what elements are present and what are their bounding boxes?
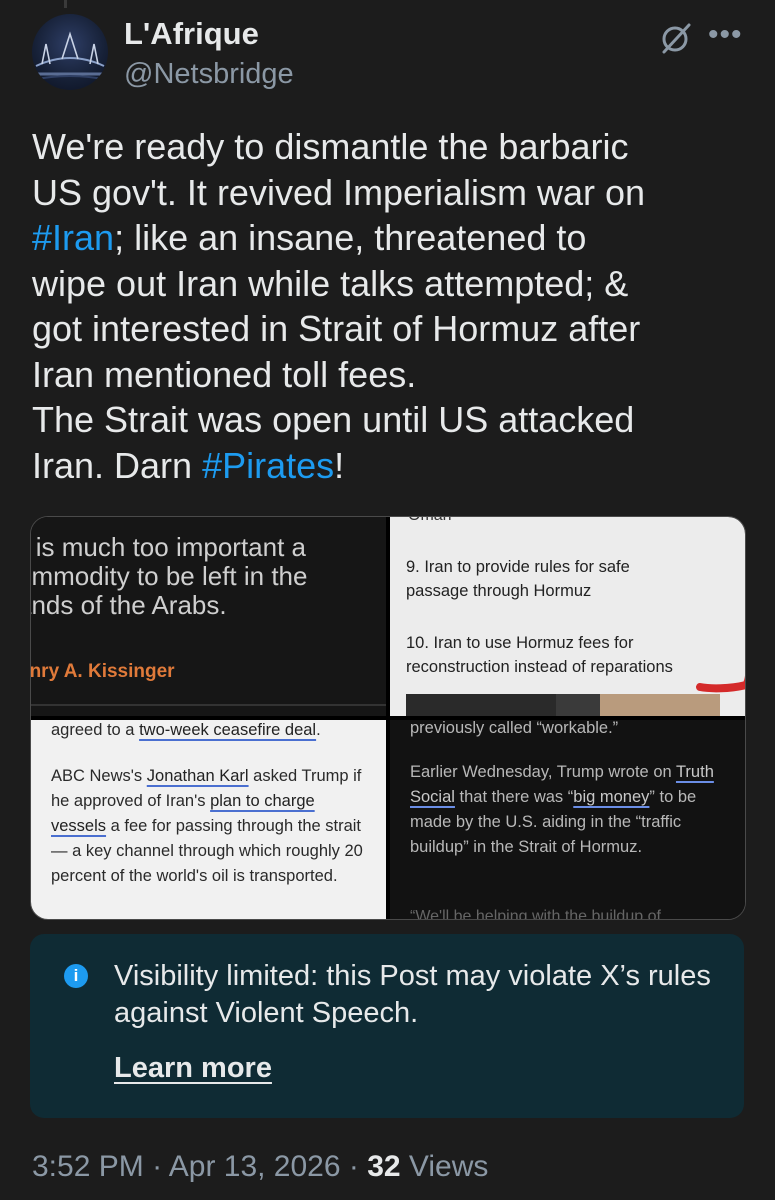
cut-text: “We'll be helping with the buildup of [410, 908, 661, 919]
photo-tan [600, 694, 720, 716]
media-image-kissinger-quote[interactable]: il is much too important a ommodity to b… [31, 517, 386, 716]
hashtag-iran-link[interactable]: #Iran [32, 217, 114, 258]
learn-more-link[interactable]: Learn more [114, 1052, 272, 1085]
text: that there was “ [454, 788, 574, 806]
quote-author: enry A. Kissinger [31, 661, 175, 682]
hashtag-pirates-link[interactable]: #Pirates [202, 445, 334, 486]
notice-text: Visibility limited: this Post may violat… [114, 960, 711, 1029]
article-paragraph: Earlier Wednesday, Trump wrote on Truth … [410, 760, 735, 860]
visibility-notice: i Visibility limited: this Post may viol… [30, 934, 744, 1118]
ceasefire-link: two-week ceasefire deal [139, 721, 317, 739]
karl-link: Jonathan Karl [146, 767, 249, 785]
separator: · [143, 1150, 169, 1183]
quote-text: il is much too important a ommodity to b… [31, 532, 308, 620]
media-image-iran-points[interactable]: Oman 9. Iran to provide rules for safe p… [390, 517, 745, 716]
big-money-link: big money [573, 788, 650, 806]
views-label: Views [400, 1150, 489, 1183]
bridge-avatar-image [32, 31, 108, 81]
post-date[interactable]: Apr 13, 2026 [169, 1150, 341, 1183]
post-time[interactable]: 3:52 PM [32, 1150, 144, 1183]
text: ABC News's [51, 767, 147, 785]
media-image-truth-social-article[interactable]: previously called “workable.” Earlier We… [390, 720, 745, 919]
text: Earlier Wednesday, Trump wrote on [410, 763, 676, 781]
post-text-part: We're ready to dismantle the barbaric US… [32, 126, 646, 213]
info-icon: i [64, 964, 88, 988]
photo-dark [406, 694, 556, 716]
post-text-part: ! [334, 444, 345, 486]
user-handle[interactable]: @Netsbridge [124, 58, 294, 91]
article-line: previously called “workable.” [410, 720, 619, 737]
post-metadata: 3:52 PM · Apr 13, 2026 · 32 Views [32, 1150, 488, 1184]
views-count[interactable]: 32 [367, 1150, 400, 1183]
text: . [316, 721, 321, 739]
photo-strip [406, 694, 720, 716]
divider [31, 704, 386, 706]
red-marker-annotation [696, 675, 745, 693]
display-name[interactable]: L'Afrique [124, 16, 259, 52]
post-text: We're ready to dismantle the barbaric US… [32, 124, 748, 488]
article-paragraph: ABC News's Jonathan Karl asked Trump if … [51, 764, 371, 889]
media-grid[interactable]: il is much too important a ommodity to b… [30, 516, 746, 920]
more-options-icon[interactable]: ••• [708, 18, 743, 52]
article-line: agreed to a two-week ceasefire deal. [51, 720, 371, 743]
post-header: L'Afrique @Netsbridge ••• [32, 14, 752, 94]
separator: · [340, 1150, 368, 1183]
text: agreed to a [51, 721, 140, 739]
media-image-abc-article[interactable]: agreed to a two-week ceasefire deal. ABC… [31, 720, 386, 919]
avatar[interactable] [32, 14, 108, 90]
thread-connector-line [64, 0, 67, 8]
grok-icon[interactable] [658, 20, 694, 56]
